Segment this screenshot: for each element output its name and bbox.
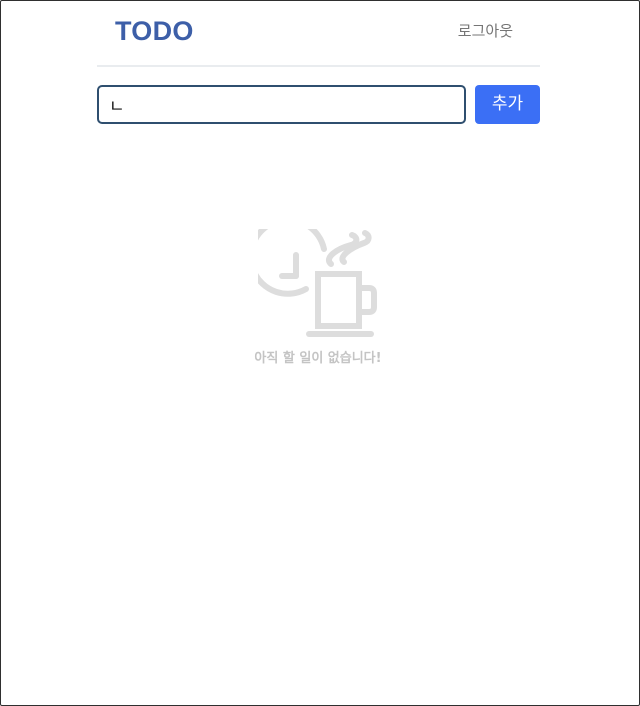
app-header: TODO 로그아웃	[97, 1, 540, 67]
todo-input[interactable]	[97, 85, 466, 124]
app-title: TODO	[115, 16, 194, 46]
logout-button[interactable]: 로그아웃	[458, 20, 513, 42]
app-window: TODO 로그아웃 추가 아직 할 일이 없습니다!	[0, 0, 640, 706]
empty-message: 아직 할 일이 없습니다!	[254, 351, 382, 366]
clock-coffee-mug-icon	[258, 229, 377, 337]
empty-state: 아직 할 일이 없습니다!	[1, 229, 635, 368]
todo-form: 추가	[97, 85, 540, 124]
add-button[interactable]: 추가	[475, 85, 540, 124]
